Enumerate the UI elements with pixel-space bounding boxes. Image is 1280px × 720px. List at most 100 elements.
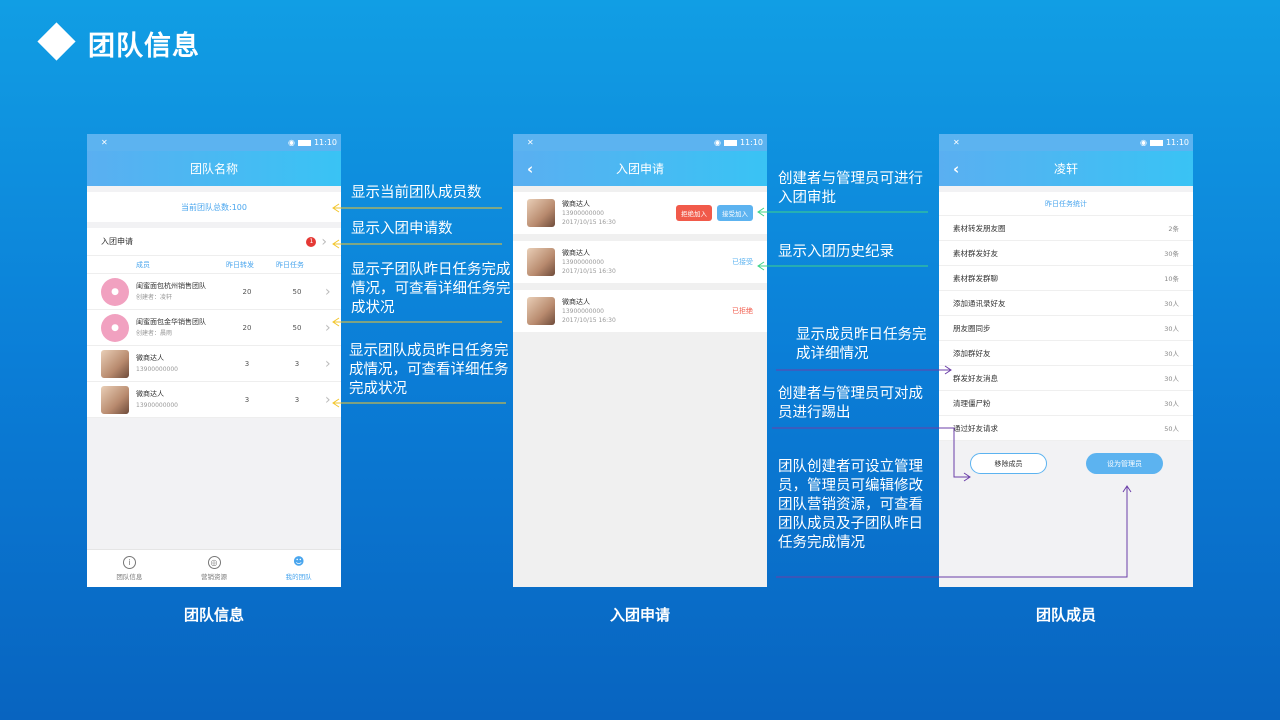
action-buttons: 移除成员 设为管理员	[939, 441, 1193, 474]
avatar: ●	[101, 313, 129, 342]
apply-badge: 1	[306, 236, 317, 247]
tab-label: 团队信息	[116, 573, 143, 581]
apply-row[interactable]: 入团申请 1 ›	[87, 228, 341, 256]
applicant-name: 微商达人	[562, 297, 590, 306]
back-icon[interactable]: ‹	[953, 160, 959, 178]
status-bar: ✕ ◉ 11:10	[513, 134, 767, 151]
avatar	[101, 385, 129, 414]
status-time: 11:10	[1165, 138, 1189, 147]
battery-icon	[1149, 139, 1163, 146]
tab-my-team[interactable]: ☻ 我的团队	[256, 550, 341, 587]
member-sub: 创建者：晨雨	[136, 329, 173, 337]
member-sub: 创建者：凌轩	[136, 293, 173, 301]
app-icon: ✕	[527, 138, 534, 147]
app-icon: ✕	[953, 138, 960, 147]
title-diamond-icon	[37, 22, 76, 61]
reject-button[interactable]: 拒绝加入	[676, 205, 712, 221]
tab-marketing[interactable]: ◎ 营销资源	[172, 550, 257, 587]
table-row[interactable]: ● 闺蜜面包杭州销售团队 创建者：凌轩 20 50 ›	[87, 274, 341, 310]
stat-label: 素材群发好友	[953, 248, 998, 258]
stat-value: 30人	[1164, 325, 1179, 333]
member-name: 闺蜜面包杭州销售团队	[136, 281, 206, 290]
stat-row: 素材群发好友 30条	[939, 241, 1193, 266]
member-sub: 13900000000	[136, 401, 178, 409]
set-admin-button[interactable]: 设为管理员	[1086, 453, 1163, 474]
stat-label: 通过好友请求	[953, 423, 998, 433]
tab-label: 我的团队	[285, 573, 312, 581]
applicant-time: 2017/10/15 16:30	[562, 316, 616, 324]
stat-label: 素材群发群聊	[953, 273, 998, 283]
header-task: 昨日任务	[276, 260, 304, 269]
annotation-member-detail: 显示成员昨日任务完成详细情况	[796, 327, 927, 362]
table-row[interactable]: 微商达人 13900000000 3 3 ›	[87, 346, 341, 382]
section-title: 昨日任务统计	[939, 192, 1193, 216]
table-row[interactable]: 微商达人 13900000000 3 3 ›	[87, 382, 341, 418]
task-count: 50	[292, 287, 302, 296]
header-member: 成员	[136, 260, 150, 269]
annotation-apply-count: 显示入团申请数	[351, 221, 453, 237]
list-item: 微商达人 13900000000 2017/10/15 16:30 已接受	[513, 241, 767, 283]
status-bar: ✕ ◉ 11:10	[87, 134, 341, 151]
back-icon[interactable]: ‹	[527, 160, 533, 178]
stat-value: 30人	[1164, 375, 1179, 383]
stat-value: 30人	[1164, 300, 1179, 308]
stats-list: 素材转发朋友圈 2条 素材群发好友 30条 素材群发群聊 10条 添加通讯录好友 30人 朋友圈…	[939, 216, 1193, 441]
stat-row: 通过好友请求 50人	[939, 416, 1193, 441]
stat-label: 朋友圈同步	[953, 323, 991, 333]
caption-team-info: 团队信息	[183, 606, 244, 624]
info-icon: i	[122, 556, 136, 569]
chevron-right-icon: ›	[321, 233, 327, 250]
stat-row: 素材群发群聊 10条	[939, 266, 1193, 291]
stat-label: 素材转发朋友圈	[953, 223, 1006, 233]
annotation-subteam-tasks: 显示子团队昨日任务完成情况，可查看详细任务完成状况	[351, 262, 511, 316]
wifi-icon: ◉	[713, 138, 721, 147]
applicant-name: 微商达人	[562, 199, 590, 208]
phone-member-detail: ✕ ◉ 11:10 ‹ 凌轩 昨日任务统计 素材转发朋友圈 2条 素材群发好友 30条 素材…	[939, 134, 1193, 587]
chevron-right-icon: ›	[325, 355, 331, 372]
task-count: 50	[292, 323, 302, 332]
avatar	[527, 297, 555, 325]
wifi-icon: ◉	[1139, 138, 1147, 147]
nav-title: 入团申请	[615, 162, 664, 176]
stat-value: 30条	[1164, 250, 1179, 258]
status-bar: ✕ ◉ 11:10	[939, 134, 1193, 151]
applicant-name: 微商达人	[562, 248, 590, 257]
stat-value: 30人	[1164, 400, 1179, 408]
annotation-member-count: 显示当前团队成员数	[351, 185, 482, 201]
team-total: 当前团队总数:100	[87, 192, 341, 222]
stat-label: 添加通讯录好友	[953, 298, 1006, 308]
stat-row: 添加群好友 30人	[939, 341, 1193, 366]
status-time: 11:10	[313, 138, 337, 147]
battery-icon	[723, 139, 737, 146]
tab-team-info[interactable]: i 团队信息	[87, 550, 172, 587]
applicant-time: 2017/10/15 16:30	[562, 218, 616, 226]
chevron-right-icon: ›	[325, 283, 331, 300]
stat-label: 添加群好友	[953, 348, 991, 358]
applicant-time: 2017/10/15 16:30	[562, 267, 616, 275]
table-row[interactable]: ● 闺蜜面包金华销售团队 创建者：晨雨 20 50 ›	[87, 310, 341, 346]
nav-bar: ‹ 凌轩	[939, 151, 1193, 186]
task-count: 3	[294, 359, 300, 368]
remove-member-button[interactable]: 移除成员	[970, 453, 1047, 474]
stat-value: 2条	[1168, 225, 1179, 233]
app-icon: ✕	[101, 138, 108, 147]
status-badge: 已拒绝	[732, 307, 753, 315]
applicant-phone: 13900000000	[562, 307, 604, 315]
accept-button[interactable]: 接受加入	[717, 205, 753, 221]
wifi-icon: ◉	[287, 138, 295, 147]
phone-join-requests: ✕ ◉ 11:10 ‹ 入团申请 微商达人 13900000000 2017/10/…	[513, 134, 767, 587]
battery-icon	[297, 139, 311, 146]
phone-team-info: ✕ ◉ 11:10 团队名称 当前团队总数:100 入团申请 1 › 成员 昨日转发…	[87, 134, 341, 587]
request-list: 微商达人 13900000000 2017/10/15 16:30 拒绝加入 接受…	[513, 192, 767, 332]
slide-title: 团队信息	[88, 31, 200, 62]
caption-join-requests: 入团申请	[609, 606, 670, 624]
nav-bar: 团队名称	[87, 151, 341, 186]
stat-value: 10条	[1164, 275, 1179, 283]
list-item: 微商达人 13900000000 2017/10/15 16:30 拒绝加入 接受…	[513, 192, 767, 234]
header-forward: 昨日转发	[226, 260, 254, 269]
annotation-set-admin: 团队创建者可设立管理员，管理员可编辑修改团队营销资源，可查看团队成员及子团队昨日…	[778, 459, 923, 551]
apply-label: 入团申请	[101, 237, 133, 246]
avatar	[527, 199, 555, 227]
avatar	[101, 349, 129, 378]
tab-bar: i 团队信息 ◎ 营销资源 ☻ 我的团队	[87, 549, 341, 587]
